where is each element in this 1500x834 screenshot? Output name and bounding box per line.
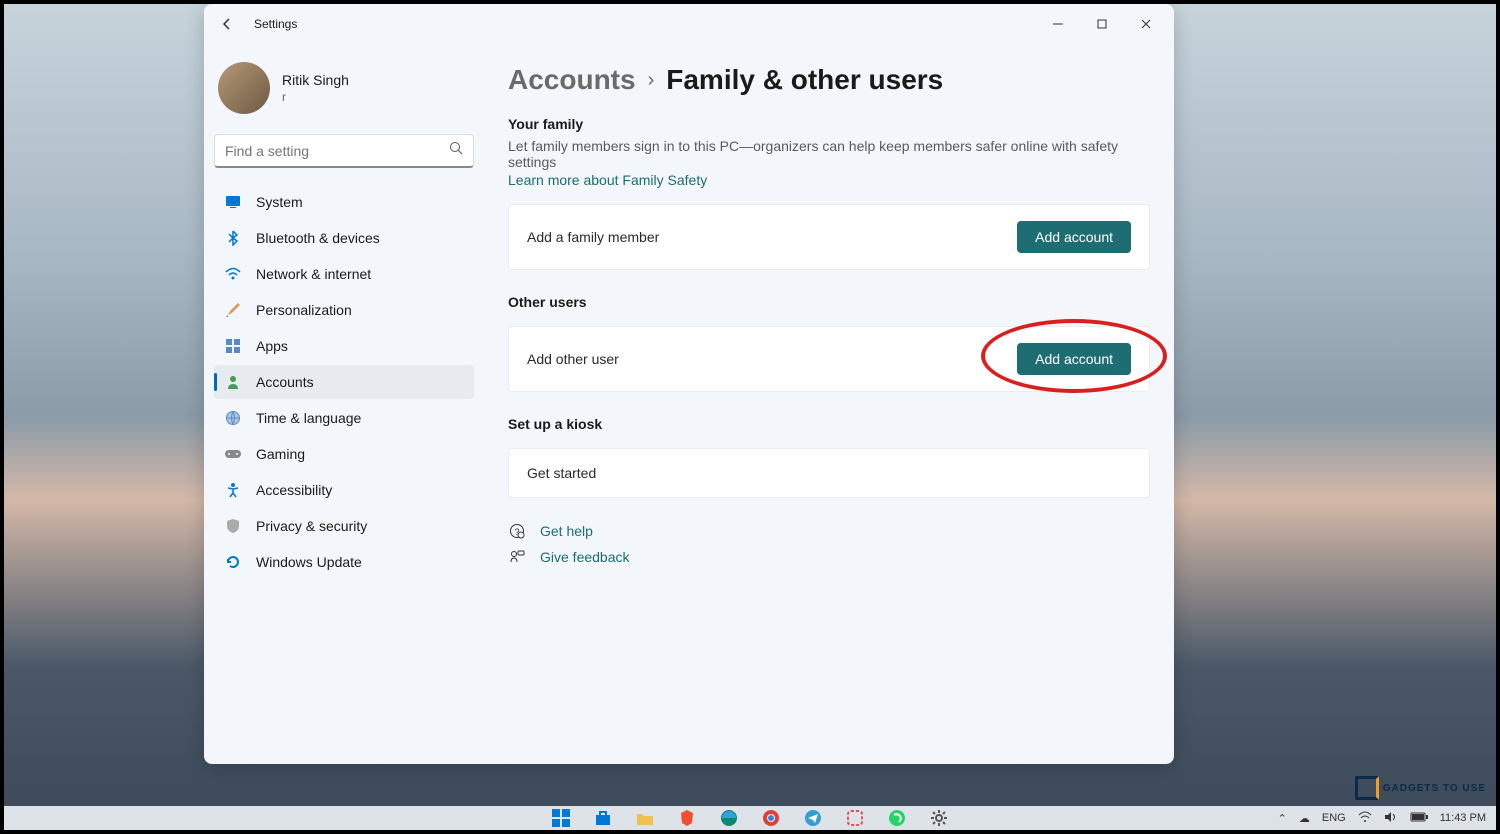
sidebar-item-privacy[interactable]: Privacy & security [214,509,474,543]
close-button[interactable] [1126,9,1166,39]
taskbar-whatsapp-icon[interactable] [885,806,909,830]
chevron-right-icon: › [648,69,655,92]
get-help-link: Get help [540,523,593,539]
add-family-account-button[interactable]: Add account [1017,221,1131,253]
give-feedback-row[interactable]: Give feedback [508,548,1150,566]
watermark: GADGETS TO USE [1355,776,1486,800]
taskbar-app-icon[interactable] [843,806,867,830]
user-info[interactable]: Ritik Singh r [214,54,474,130]
sidebar-item-label: System [256,194,303,210]
tray-onedrive-icon[interactable]: ☁ [1299,812,1310,825]
add-family-label: Add a family member [527,229,659,245]
bluetooth-icon [224,229,242,247]
taskbar: ⌃ ☁ ENG 11:43 PM [4,806,1496,830]
watermark-text: GADGETS TO USE [1383,783,1486,794]
sidebar-item-personalization[interactable]: Personalization [214,293,474,327]
tray-volume-icon[interactable] [1384,811,1398,826]
search-box[interactable] [214,134,474,168]
sidebar-item-label: Time & language [256,410,361,426]
sidebar-item-label: Network & internet [256,266,371,282]
breadcrumb: Accounts › Family & other users [508,64,1150,96]
sidebar-item-apps[interactable]: Apps [214,329,474,363]
sidebar-item-label: Windows Update [256,554,362,570]
search-icon [449,141,463,160]
minimize-button[interactable] [1038,9,1078,39]
sidebar: Ritik Singh r System Bluetooth & devices [204,44,484,764]
your-family-heading: Your family [508,116,1150,132]
taskbar-edge-icon[interactable] [717,806,741,830]
add-other-user-label: Add other user [527,351,619,367]
tray-language[interactable]: ENG [1322,812,1346,824]
apps-icon [224,337,242,355]
add-family-member-card: Add a family member Add account [508,204,1150,270]
globe-icon [224,409,242,427]
system-tray[interactable]: ⌃ ☁ ENG 11:43 PM [1278,811,1486,826]
sidebar-item-gaming[interactable]: Gaming [214,437,474,471]
window-title: Settings [254,17,297,31]
maximize-button[interactable] [1082,9,1122,39]
kiosk-card[interactable]: Get started [508,448,1150,498]
other-users-heading: Other users [508,294,1150,310]
search-input[interactable] [225,143,449,159]
sidebar-item-label: Bluetooth & devices [256,230,380,246]
wifi-icon [224,265,242,283]
breadcrumb-current: Family & other users [666,64,943,96]
sidebar-item-label: Accounts [256,374,314,390]
taskbar-telegram-icon[interactable] [801,806,825,830]
sidebar-item-system[interactable]: System [214,185,474,219]
breadcrumb-root[interactable]: Accounts [508,64,636,96]
give-feedback-link: Give feedback [540,549,630,565]
settings-window: Settings Ritik Singh r [204,4,1174,764]
tray-clock[interactable]: 11:43 PM [1440,812,1486,824]
tray-wifi-icon[interactable] [1358,811,1372,826]
brush-icon [224,301,242,319]
sidebar-item-network[interactable]: Network & internet [214,257,474,291]
sidebar-item-label: Privacy & security [256,518,367,534]
sidebar-item-label: Accessibility [256,482,332,498]
sidebar-item-accounts[interactable]: Accounts [214,365,474,399]
sidebar-item-update[interactable]: Windows Update [214,545,474,579]
add-other-user-card: Add other user Add account [508,326,1150,392]
titlebar: Settings [204,4,1174,44]
sidebar-item-bluetooth[interactable]: Bluetooth & devices [214,221,474,255]
user-name: Ritik Singh [282,72,349,88]
avatar [218,62,270,114]
sidebar-item-label: Gaming [256,446,305,462]
main-content: Accounts › Family & other users Your fam… [484,44,1174,764]
start-button[interactable] [549,806,573,830]
back-button[interactable] [212,9,242,39]
gamepad-icon [224,445,242,463]
sidebar-item-label: Personalization [256,302,352,318]
taskbar-explorer-icon[interactable] [633,806,657,830]
kiosk-label: Get started [527,465,596,481]
taskbar-settings-icon[interactable] [927,806,951,830]
sidebar-item-label: Apps [256,338,288,354]
kiosk-heading: Set up a kiosk [508,416,1150,432]
tray-battery-icon[interactable] [1410,812,1428,825]
shield-icon [224,517,242,535]
add-other-account-button[interactable]: Add account [1017,343,1131,375]
taskbar-chrome-icon[interactable] [759,806,783,830]
sync-icon [224,553,242,571]
your-family-desc: Let family members sign in to this PC—or… [508,138,1150,170]
feedback-icon [508,548,526,566]
taskbar-brave-icon[interactable] [675,806,699,830]
sidebar-item-time[interactable]: Time & language [214,401,474,435]
sidebar-item-accessibility[interactable]: Accessibility [214,473,474,507]
family-safety-link[interactable]: Learn more about Family Safety [508,172,1150,188]
user-email: r [282,90,349,104]
display-icon [224,193,242,211]
tray-chevron-icon[interactable]: ⌃ [1278,812,1287,825]
taskbar-store-icon[interactable] [591,806,615,830]
person-icon [224,373,242,391]
get-help-row[interactable]: ? Get help [508,522,1150,540]
help-icon: ? [508,522,526,540]
accessibility-icon [224,481,242,499]
